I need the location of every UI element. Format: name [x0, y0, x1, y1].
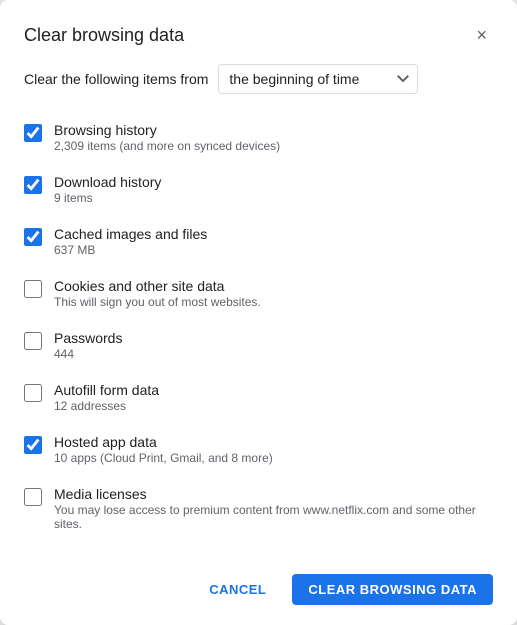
item-label: Download history — [54, 174, 161, 190]
checkbox-cached-images[interactable] — [24, 228, 42, 246]
item-label: Media licenses — [54, 486, 493, 502]
list-item: Media licensesYou may lose access to pre… — [24, 476, 493, 542]
item-label: Hosted app data — [54, 434, 273, 450]
list-item: Passwords444 — [24, 320, 493, 372]
clear-browsing-data-button[interactable]: CLEAR BROWSING DATA — [292, 574, 493, 605]
checkbox-autofill[interactable] — [24, 384, 42, 402]
time-range-select[interactable]: the beginning of timethe past hourthe pa… — [218, 64, 418, 94]
dialog-title: Clear browsing data — [24, 25, 184, 46]
checkbox-download-history[interactable] — [24, 176, 42, 194]
item-sublabel: You may lose access to premium content f… — [54, 503, 493, 531]
time-range-label: Clear the following items from — [24, 71, 208, 87]
item-sublabel: 2,309 items (and more on synced devices) — [54, 139, 280, 153]
list-item: Autofill form data12 addresses — [24, 372, 493, 424]
checkbox-media-licenses[interactable] — [24, 488, 42, 506]
list-item: Browsing history2,309 items (and more on… — [24, 112, 493, 164]
list-item: Cookies and other site dataThis will sig… — [24, 268, 493, 320]
checkbox-passwords[interactable] — [24, 332, 42, 350]
item-sublabel: This will sign you out of most websites. — [54, 295, 261, 309]
item-sublabel: 9 items — [54, 191, 161, 205]
dialog-footer: CANCEL CLEAR BROWSING DATA — [24, 562, 493, 605]
item-label: Browsing history — [54, 122, 280, 138]
clear-browsing-data-dialog: Clear browsing data × Clear the followin… — [0, 0, 517, 625]
checkbox-browsing-history[interactable] — [24, 124, 42, 142]
checkbox-cookies[interactable] — [24, 280, 42, 298]
item-sublabel: 637 MB — [54, 243, 207, 257]
item-sublabel: 12 addresses — [54, 399, 159, 413]
list-item: Hosted app data10 apps (Cloud Print, Gma… — [24, 424, 493, 476]
list-item: Cached images and files637 MB — [24, 216, 493, 268]
item-label: Cookies and other site data — [54, 278, 261, 294]
list-item: Download history9 items — [24, 164, 493, 216]
items-list: Browsing history2,309 items (and more on… — [24, 112, 493, 542]
item-label: Passwords — [54, 330, 122, 346]
dialog-header: Clear browsing data × — [24, 24, 493, 46]
time-range-row: Clear the following items from the begin… — [24, 64, 493, 94]
item-sublabel: 444 — [54, 347, 122, 361]
cancel-button[interactable]: CANCEL — [193, 574, 282, 605]
checkbox-hosted-app-data[interactable] — [24, 436, 42, 454]
close-button[interactable]: × — [470, 24, 493, 46]
item-label: Cached images and files — [54, 226, 207, 242]
item-sublabel: 10 apps (Cloud Print, Gmail, and 8 more) — [54, 451, 273, 465]
item-label: Autofill form data — [54, 382, 159, 398]
